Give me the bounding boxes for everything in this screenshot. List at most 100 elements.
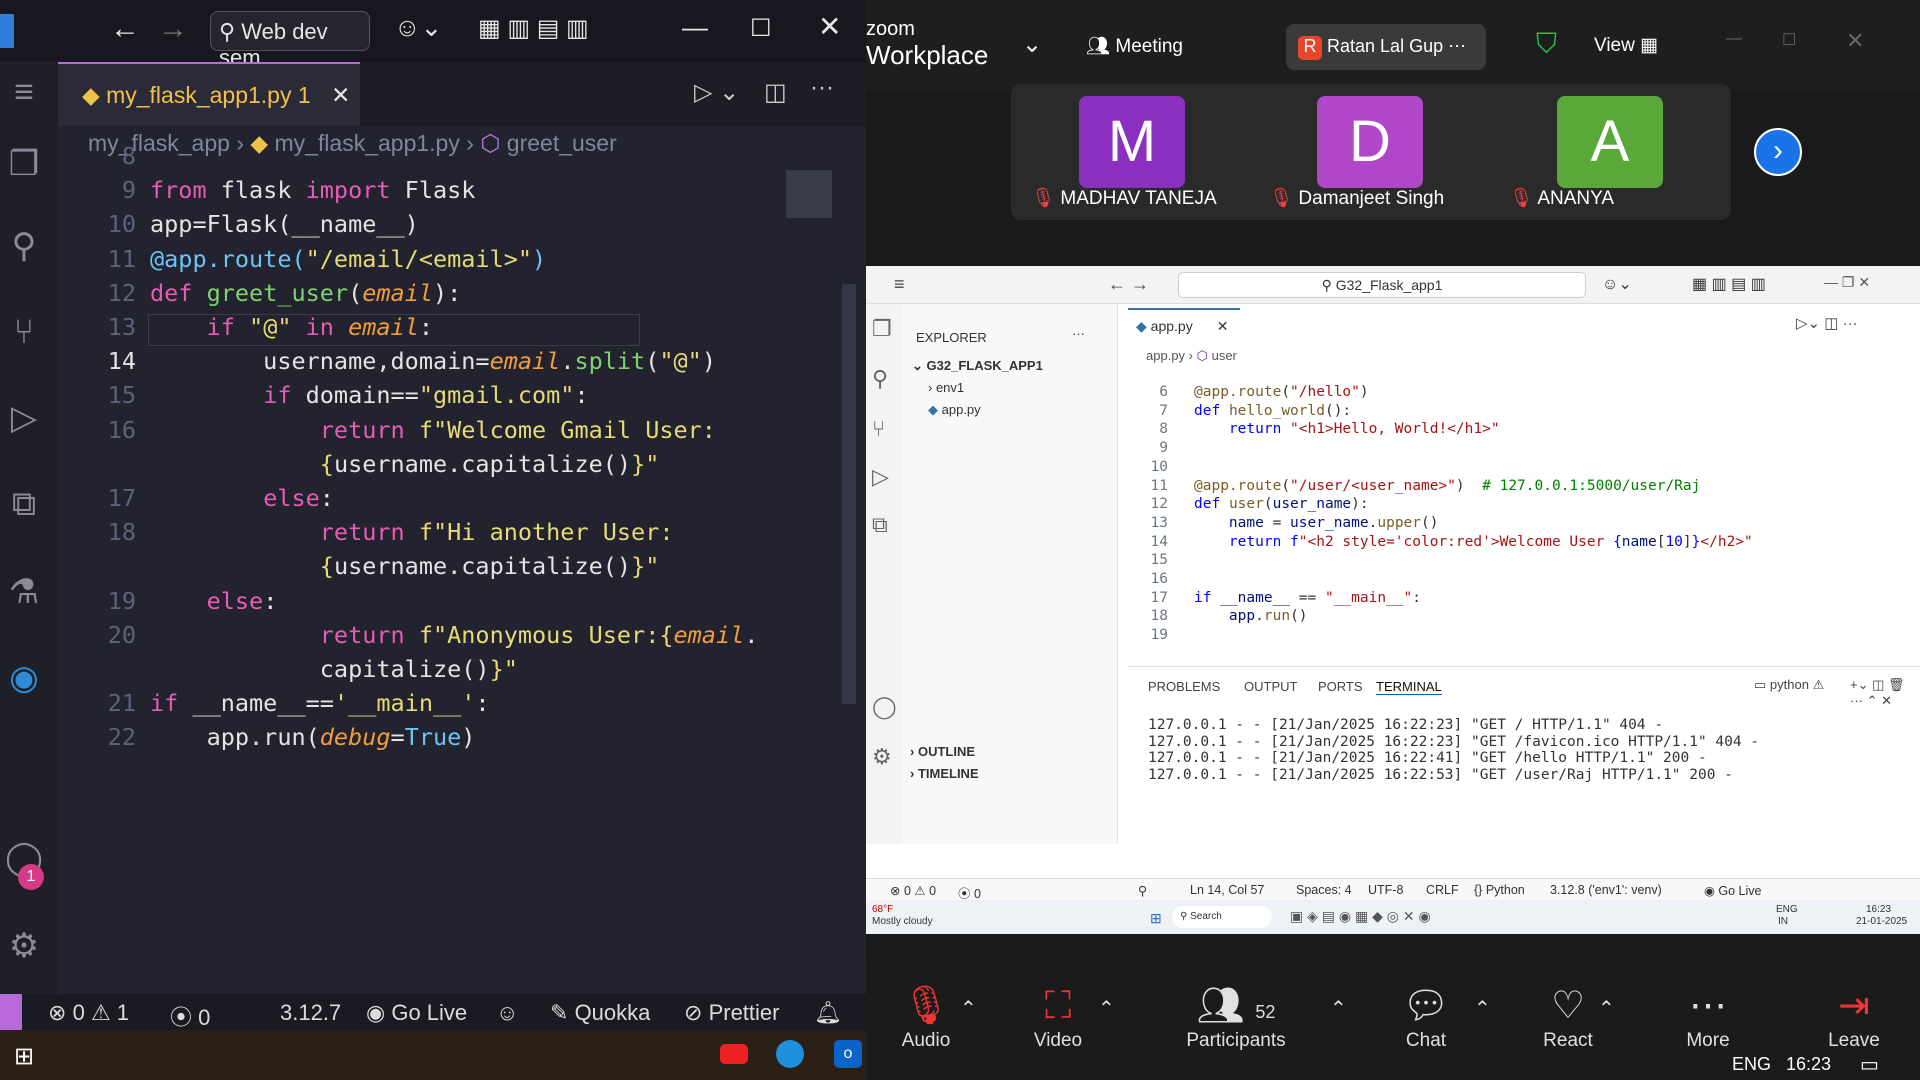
notification-icon[interactable]: ▭ (1860, 1052, 1879, 1077)
security-shield-icon[interactable]: ⛉ (1536, 28, 1557, 61)
chevron-down-icon[interactable]: ⌄ (1022, 30, 1042, 59)
outline-section[interactable]: › OUTLINE (910, 744, 975, 759)
run-debug-icon[interactable]: ▷ (872, 464, 889, 490)
menu-icon[interactable]: ≡ (894, 274, 905, 295)
audio-options-chevron-icon[interactable]: ⌃ (960, 996, 977, 1021)
command-search-box[interactable]: ⚲ G32_Flask_app1 (1178, 272, 1586, 298)
terminal-output[interactable]: 127.0.0.1 - - [21/Jan/2025 16:22:23] "GE… (1148, 717, 1908, 817)
copilot-icon[interactable]: ☺⌄ (394, 12, 442, 43)
extensions-icon[interactable]: ⧉ (872, 512, 888, 538)
cursor-position[interactable]: Ln 14, Col 57 (1190, 883, 1264, 897)
terminal-selector[interactable]: ▭ python ⚠ (1754, 677, 1824, 693)
taskbar-app-icons[interactable]: ▣ ◈ ▤ ◉ ▦ ◆ ◎ ✕ ◉ (1290, 908, 1431, 925)
layout-icons[interactable]: ▦ ▥ ▤ ▥ (1692, 274, 1766, 294)
chat-options-chevron-icon[interactable]: ⌃ (1474, 996, 1491, 1021)
extensions-icon[interactable]: ⧉ (4, 484, 44, 524)
more-button[interactable]: ⋯ More (1648, 982, 1768, 1052)
tree-item-env1[interactable]: › env1 (928, 380, 964, 395)
breadcrumb-file[interactable]: app.py (1146, 348, 1185, 363)
windows-start-icon[interactable]: ⊞ (1150, 910, 1162, 927)
participants-button[interactable]: 👥︎ 52 Participants (1166, 982, 1306, 1052)
close-button[interactable]: ✕ (818, 10, 841, 43)
scrollbar[interactable] (842, 284, 856, 704)
zoom-icon[interactable]: ⚲ (1138, 883, 1147, 898)
ports-status[interactable]: ⦿ 0 (170, 1000, 210, 1030)
windows-start-icon[interactable]: ⊞ (14, 1042, 34, 1071)
more-actions-icon[interactable]: ··· (1072, 326, 1085, 341)
next-page-arrow-icon[interactable]: › (1754, 128, 1802, 176)
back-arrow-icon[interactable]: ← (110, 12, 140, 46)
more-actions-icon[interactable]: ··· (810, 74, 834, 102)
terminal-actions[interactable]: +⌄ ◫ 🗑︎ ··· ⌃ ✕ (1850, 677, 1920, 709)
copilot-icon[interactable]: ☺⌄ (1602, 274, 1632, 294)
shared-code-editor[interactable]: 6 @app.route("/hello") 7 def hello_world():… (1128, 366, 1908, 656)
tab-app-py[interactable]: ◆ app.py ✕ (1128, 308, 1240, 342)
minimap[interactable] (786, 170, 832, 218)
command-search-box[interactable]: ⚲ Web dev sem (210, 11, 370, 70)
tree-item-app-py[interactable]: ◆ app.py (928, 402, 981, 418)
forward-arrow-icon[interactable]: → (158, 12, 188, 46)
account-icon[interactable]: ◯ (872, 694, 897, 720)
line-ending[interactable]: CRLF (1426, 883, 1459, 897)
search-icon[interactable]: ⚲ (4, 226, 44, 266)
code-editor[interactable]: 8 9 from flask import Flask 10 app=Flask(__n… (58, 140, 866, 990)
tab-close-icon[interactable]: ✕ (1217, 318, 1229, 334)
video-options-chevron-icon[interactable]: ⌃ (1098, 996, 1115, 1021)
bell-icon[interactable]: 🔔︎ (814, 1000, 842, 1026)
language-line1[interactable]: ENG (1776, 904, 1798, 915)
taskbar-language[interactable]: ENG (1732, 1054, 1771, 1075)
participants-options-chevron-icon[interactable]: ⌃ (1330, 996, 1347, 1021)
run-debug-icon[interactable]: ▷ (4, 398, 44, 438)
participant-avatar[interactable]: M (1079, 96, 1185, 188)
settings-gear-icon[interactable]: ⚙ (4, 926, 44, 966)
tab-problems[interactable]: PROBLEMS (1148, 679, 1220, 694)
react-options-chevron-icon[interactable]: ⌃ (1598, 996, 1615, 1021)
go-live-status[interactable]: ◉ Go Live (1704, 883, 1761, 898)
prettier-status[interactable]: ⊘ Prettier (684, 1000, 779, 1026)
tab-my-flask-app1[interactable]: ◆ my_flask_app1.py 1 ✕ (58, 62, 360, 126)
minimize-button[interactable]: — (682, 12, 708, 43)
menu-icon[interactable]: ≡ (4, 72, 44, 112)
quokka-status[interactable]: ✎ Quokka (550, 1000, 650, 1026)
source-control-icon[interactable]: ⑂ (872, 416, 885, 442)
explorer-icon[interactable]: ❐ (872, 316, 892, 342)
tab-terminal[interactable]: TERMINAL (1376, 679, 1442, 695)
settings-gear-icon[interactable]: ⚙ (872, 744, 892, 770)
problems-status[interactable]: ⊗ 0 ⚠ 1 (48, 1000, 129, 1026)
search-icon[interactable]: ⚲ (872, 366, 888, 392)
tab-close-icon[interactable]: ✕ (331, 82, 350, 108)
more-options-icon[interactable]: ⋯ (1448, 36, 1466, 56)
copilot-status-icon[interactable]: ☺ (496, 1000, 518, 1026)
taskbar-search[interactable]: ⚲ Search (1172, 906, 1272, 928)
meeting-button[interactable]: 👥︎ Meeting (1086, 34, 1183, 58)
close-button[interactable]: ✕ (1846, 28, 1864, 54)
edge-icon[interactable]: ◉ (4, 658, 44, 698)
host-indicator[interactable]: R Ratan Lal Gup ⋯ (1286, 24, 1486, 70)
minimize-button[interactable]: — (1726, 30, 1742, 48)
outlook-icon[interactable]: o (834, 1040, 862, 1068)
run-button-icon[interactable]: ▷ ⌄ (694, 78, 739, 107)
clock-time[interactable]: 16:23 (1866, 904, 1891, 915)
taskbar-clock[interactable]: 16:23 (1786, 1054, 1831, 1075)
testing-icon[interactable]: ⚗ (4, 572, 44, 612)
tab-output[interactable]: OUTPUT (1244, 679, 1297, 694)
editor-actions[interactable]: ▷⌄ ◫ ··· (1796, 314, 1858, 332)
view-button[interactable]: View ▦ (1594, 34, 1658, 57)
go-live-status[interactable]: ◉ Go Live (366, 1000, 467, 1026)
edge-icon[interactable] (776, 1040, 804, 1068)
timeline-section[interactable]: › TIMELINE (910, 766, 979, 781)
maximize-button[interactable]: ☐ (750, 14, 772, 43)
remote-indicator[interactable] (0, 994, 22, 1030)
language-line2[interactable]: IN (1778, 916, 1788, 927)
layout-icons[interactable]: ▦ ▥ ▤ ▥ (478, 14, 589, 43)
breadcrumb-symbol[interactable]: user (1212, 348, 1237, 363)
leave-button[interactable]: ⇥ Leave (1794, 982, 1914, 1052)
problems-status[interactable]: ⊗ 0 ⚠ 0 (890, 883, 936, 898)
encoding[interactable]: UTF-8 (1368, 883, 1403, 897)
window-controls[interactable]: — ❐ ✕ (1824, 274, 1870, 291)
youtube-icon[interactable] (720, 1044, 748, 1064)
python-interpreter[interactable]: 3.12.8 ('env1': venv) (1550, 883, 1662, 897)
python-version[interactable]: 3.12.7 (280, 1000, 341, 1026)
source-control-icon[interactable]: ⑂ (4, 312, 44, 352)
clock-date[interactable]: 21-01-2025 (1856, 916, 1907, 927)
